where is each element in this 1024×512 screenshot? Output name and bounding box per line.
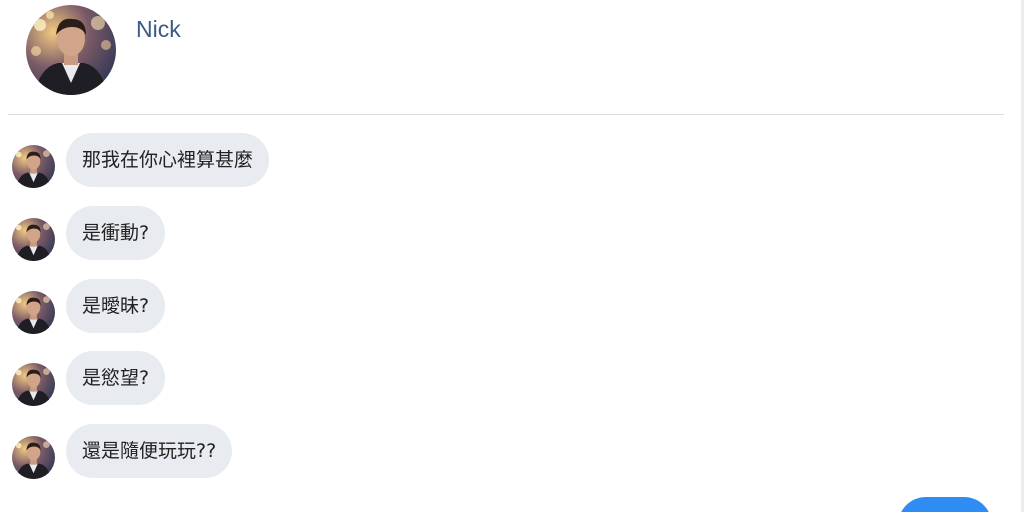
message-row: 那我在你心裡算甚麼 [0, 133, 700, 189]
message-bubble[interactable]: 那我在你心裡算甚麼 [66, 133, 270, 187]
sent-message-bubble[interactable] [898, 497, 992, 512]
profile-photo-icon [12, 436, 55, 479]
avatar[interactable] [12, 291, 55, 334]
profile-photo-icon [26, 5, 116, 95]
avatar[interactable] [12, 145, 55, 188]
message-row: 是慾望? [0, 351, 700, 407]
message-bubble[interactable]: 還是隨便玩玩?? [66, 424, 233, 478]
message-row: 是衝動? [0, 206, 700, 262]
header-divider [8, 114, 1004, 115]
profile-photo-icon [12, 291, 55, 334]
chat-header: Nick [0, 0, 1010, 115]
message-row: 還是隨便玩玩?? [0, 424, 700, 480]
avatar[interactable] [12, 218, 55, 261]
avatar[interactable] [12, 436, 55, 479]
profile-photo-icon [12, 363, 55, 406]
message-bubble[interactable]: 是慾望? [66, 351, 166, 405]
avatar[interactable] [12, 363, 55, 406]
profile-photo-icon [12, 145, 55, 188]
message-bubble[interactable]: 是衝動? [66, 206, 166, 260]
message-row: 是曖昧? [0, 279, 700, 335]
message-bubble[interactable]: 是曖昧? [66, 279, 166, 333]
avatar[interactable] [26, 5, 116, 95]
chat-window: Nick 那我在你心裡算甚麼 是衝動? 是曖昧? 是慾望? 還是隨便玩玩?? [0, 0, 1024, 512]
profile-photo-icon [12, 218, 55, 261]
contact-name[interactable]: Nick [136, 16, 181, 43]
